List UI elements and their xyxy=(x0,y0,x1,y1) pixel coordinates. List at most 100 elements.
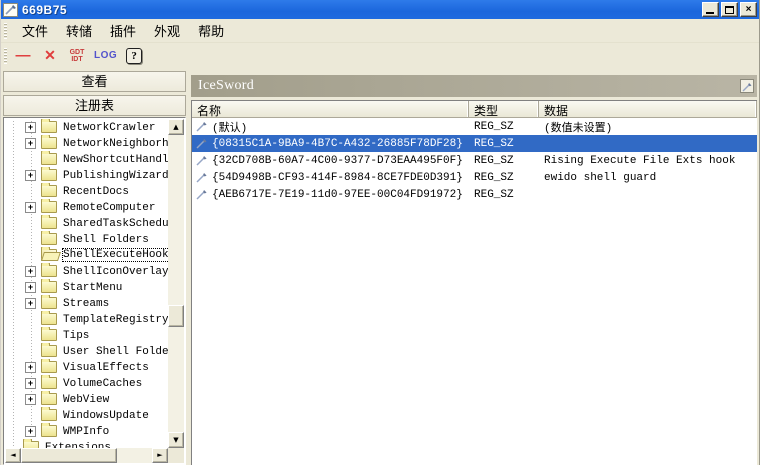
registry-panel-button[interactable]: 注册表 xyxy=(3,95,186,116)
scroll-right-icon[interactable]: ► xyxy=(152,448,168,463)
tree-item-label: WindowsUpdate xyxy=(62,409,152,422)
table-row[interactable]: {AEB6717E-7E19-11d0-97EE-00C04FD91972} R… xyxy=(192,186,757,203)
log-button[interactable]: LOG xyxy=(94,46,117,66)
menu-file[interactable]: 文件 xyxy=(13,19,57,42)
column-header-data[interactable]: 数据 xyxy=(539,101,757,117)
tree-item[interactable]: SharedTaskScheduler xyxy=(5,215,168,231)
tree-item-label: RecentDocs xyxy=(62,185,132,198)
maximize-icon xyxy=(725,6,734,14)
tree-vertical-scrollbar[interactable]: ▲ ▼ xyxy=(168,119,184,448)
expand-toggle-icon[interactable]: + xyxy=(25,426,36,437)
tree-item[interactable]: + PublishingWizard xyxy=(5,167,168,183)
menu-appearance[interactable]: 外观 xyxy=(145,19,189,42)
string-value-icon xyxy=(195,154,208,167)
value-name-cell: {54D9498B-CF93-414F-8984-8CE7FDE0D391} xyxy=(192,171,469,184)
tree-item[interactable]: NewShortcutHandlers xyxy=(5,151,168,167)
tree-item[interactable]: + NetworkNeighborhood xyxy=(5,135,168,151)
tree-item[interactable]: RecentDocs xyxy=(5,183,168,199)
registry-tree: + NetworkCrawler + NetworkNeighborhood N… xyxy=(5,119,168,448)
list-column-headers: 名称 类型 数据 xyxy=(192,101,757,118)
tree-item[interactable]: + Streams xyxy=(5,295,168,311)
value-name-cell: {08315C1A-9BA9-4B7C-A432-26885F78DF28} xyxy=(192,137,469,150)
value-name-cell: {AEB6717E-7E19-11d0-97EE-00C04FD91972} xyxy=(192,188,469,201)
list-rows: (默认) REG_SZ (数值未设置) {08315C1A-9BA9-4B7C-… xyxy=(192,118,757,203)
folder-icon xyxy=(41,313,57,325)
expand-toggle-icon[interactable]: + xyxy=(25,362,36,373)
string-value-icon xyxy=(195,120,208,133)
menu-grip-handle[interactable] xyxy=(4,23,7,39)
tree-item-label: SharedTaskScheduler xyxy=(62,217,168,230)
titlebar[interactable]: 669B75 × xyxy=(1,0,759,19)
expand-toggle-icon[interactable]: + xyxy=(25,202,36,213)
terminate-button[interactable]: — xyxy=(13,46,33,66)
expand-toggle-icon[interactable]: + xyxy=(25,266,36,277)
help-button[interactable]: ? xyxy=(124,46,144,66)
expand-toggle-icon[interactable]: + xyxy=(25,394,36,405)
tree-item[interactable]: + NetworkCrawler xyxy=(5,119,168,135)
value-name-cell: (默认) xyxy=(192,119,469,135)
tree-item[interactable]: WindowsUpdate xyxy=(5,407,168,423)
delete-button[interactable]: ✕ xyxy=(40,46,60,66)
value-name: {32CD708B-60A7-4C00-9377-D73EAA495F0F} xyxy=(212,155,463,167)
horizontal-scroll-thumb[interactable] xyxy=(21,448,117,463)
registry-value-list: 名称 类型 数据 (默认) REG_SZ (数值未设置) {08315C1A-9… xyxy=(191,100,757,465)
expand-toggle-icon[interactable]: + xyxy=(25,138,36,149)
menu-help[interactable]: 帮助 xyxy=(189,19,233,42)
vertical-scroll-thumb[interactable] xyxy=(168,305,184,327)
table-row[interactable]: {08315C1A-9BA9-4B7C-A432-26885F78DF28} R… xyxy=(192,135,757,152)
folder-icon xyxy=(41,185,57,197)
menu-plugin[interactable]: 插件 xyxy=(101,19,145,42)
left-panel: 查看 注册表 + NetworkCrawler + NetworkNeighbo… xyxy=(1,68,188,465)
tree-item[interactable]: User Shell Folders xyxy=(5,343,168,359)
table-row[interactable]: {32CD708B-60A7-4C00-9377-D73EAA495F0F} R… xyxy=(192,152,757,169)
tree-item-label: Tips xyxy=(62,329,92,342)
tree-item[interactable]: ShellExecuteHooks xyxy=(5,247,168,263)
tree-item[interactable]: + WebView xyxy=(5,391,168,407)
tree-item[interactable]: TemplateRegistry xyxy=(5,311,168,327)
string-value-icon xyxy=(195,137,208,150)
table-row[interactable]: (默认) REG_SZ (数值未设置) xyxy=(192,118,757,135)
expand-toggle-icon[interactable]: + xyxy=(25,378,36,389)
tree-item-label: VolumeCaches xyxy=(62,377,145,390)
tree-item[interactable]: + ShellIconOverlayIdentifiers xyxy=(5,263,168,279)
help-icon: ? xyxy=(126,48,142,64)
tree-item[interactable]: + RemoteComputer xyxy=(5,199,168,215)
app-icon xyxy=(3,3,18,17)
value-name: (默认) xyxy=(212,119,247,135)
tree-item[interactable]: + VolumeCaches xyxy=(5,375,168,391)
scroll-left-icon[interactable]: ◄ xyxy=(5,448,21,463)
menu-bar: 文件 转储 插件 外观 帮助 xyxy=(1,19,759,43)
column-header-type[interactable]: 类型 xyxy=(469,101,539,117)
view-panel-button[interactable]: 查看 xyxy=(3,71,186,92)
tree-item[interactable]: Tips xyxy=(5,327,168,343)
tree-item[interactable]: + VisualEffects xyxy=(5,359,168,375)
tree-item-label: NewShortcutHandlers xyxy=(62,153,168,166)
table-row[interactable]: {54D9498B-CF93-414F-8984-8CE7FDE0D391} R… xyxy=(192,169,757,186)
expand-toggle-icon[interactable]: + xyxy=(25,298,36,309)
column-header-name[interactable]: 名称 xyxy=(192,101,469,117)
expand-toggle-icon[interactable]: + xyxy=(25,170,36,181)
toolbar: — ✕ GDT IDT LOG ? xyxy=(1,43,759,68)
toolbar-grip-handle[interactable] xyxy=(4,48,7,64)
tree-item[interactable]: Shell Folders xyxy=(5,231,168,247)
close-button[interactable]: × xyxy=(740,2,757,17)
scrollbar-corner xyxy=(168,448,184,463)
scroll-down-icon[interactable]: ▼ xyxy=(168,432,184,448)
tree-item[interactable]: Extensions xyxy=(5,439,168,448)
folder-icon xyxy=(41,393,57,405)
window-title: 669B75 xyxy=(22,3,67,17)
tree-horizontal-scrollbar[interactable]: ◄ ► xyxy=(5,448,168,463)
tree-item-label: WebView xyxy=(62,393,112,406)
expand-toggle-icon[interactable]: + xyxy=(25,122,36,133)
gdt-idt-button[interactable]: GDT IDT xyxy=(67,46,87,66)
pen-pin-button[interactable] xyxy=(740,79,754,93)
scroll-up-icon[interactable]: ▲ xyxy=(168,119,184,135)
maximize-button[interactable] xyxy=(721,2,738,17)
menu-dump[interactable]: 转储 xyxy=(57,19,101,42)
expand-toggle-icon[interactable]: + xyxy=(25,282,36,293)
minimize-button[interactable] xyxy=(702,2,719,17)
folder-icon xyxy=(41,281,57,293)
tree-item[interactable]: + StartMenu xyxy=(5,279,168,295)
tree-item-label: Streams xyxy=(62,297,112,310)
tree-item[interactable]: + WMPInfo xyxy=(5,423,168,439)
